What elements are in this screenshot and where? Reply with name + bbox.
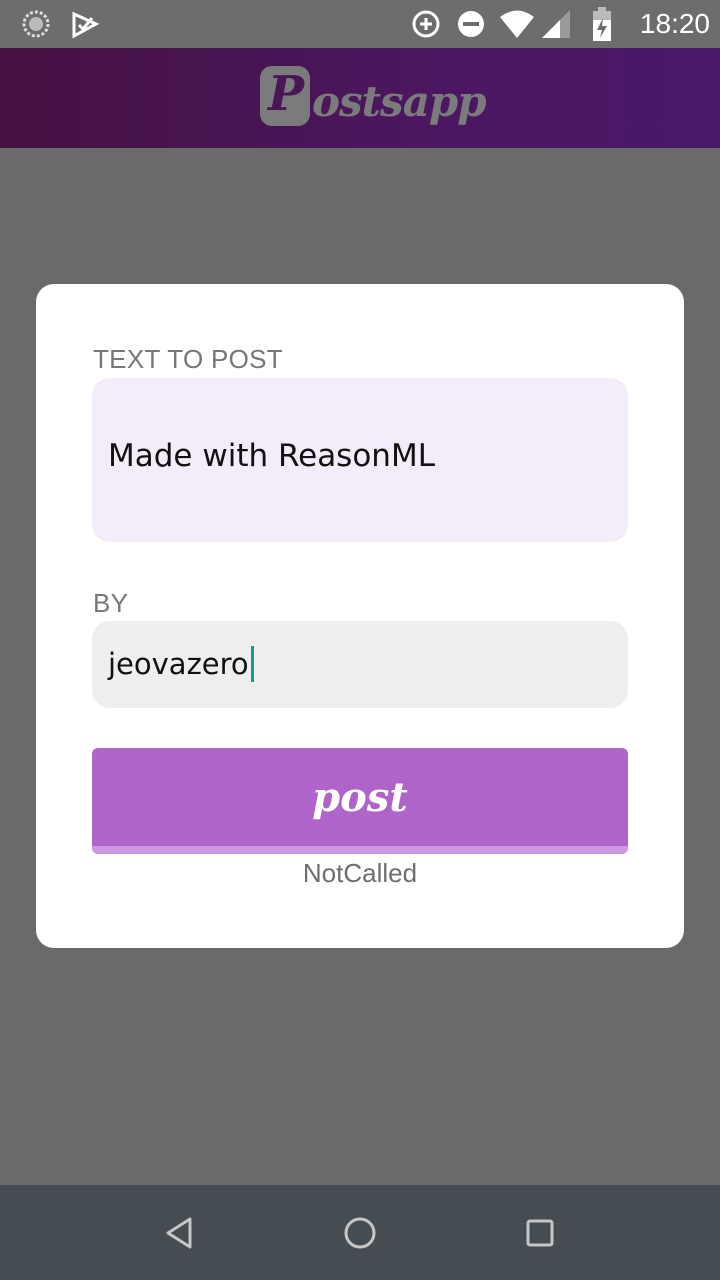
request-status-text: NotCalled: [302, 858, 418, 888]
data-saver-icon: [412, 10, 440, 38]
home-icon[interactable]: [336, 1209, 384, 1257]
logo-wordmark: ostsapp: [312, 77, 487, 126]
back-icon[interactable]: [156, 1209, 204, 1257]
post-dialog: TEXT TO POST Made with ReasonML BY jeova…: [36, 284, 684, 948]
app-bar: P ostsapp: [0, 48, 720, 148]
post-button-label: post: [312, 774, 408, 821]
loading-spinner-icon: [22, 10, 50, 38]
battery-charging-icon: [593, 7, 611, 41]
wifi-icon: [500, 10, 534, 38]
text-to-post-value: Made with ReasonML: [108, 438, 435, 474]
cellular-signal-icon: [542, 10, 570, 38]
do-not-disturb-icon: [458, 11, 484, 37]
navigation-bar: [0, 1185, 720, 1280]
app-logo: P ostsapp: [258, 58, 487, 133]
logo-initial: P: [267, 66, 305, 122]
status-bar: 18:20: [0, 0, 720, 48]
recent-apps-icon[interactable]: [516, 1209, 564, 1257]
post-button[interactable]: post: [92, 748, 628, 854]
author-value: jeovazero: [108, 647, 249, 681]
author-value-wrap: jeovazero: [108, 646, 254, 682]
author-input[interactable]: jeovazero: [92, 621, 628, 708]
text-to-post-label: TEXT TO POST: [93, 344, 283, 374]
checkmark-notification-icon: [72, 11, 100, 39]
post-button-shadow: [92, 846, 628, 854]
text-caret: [250, 646, 254, 682]
text-to-post-input[interactable]: Made with ReasonML: [92, 378, 628, 542]
clock-time: 18:20: [639, 8, 710, 39]
by-label: BY: [93, 588, 129, 618]
